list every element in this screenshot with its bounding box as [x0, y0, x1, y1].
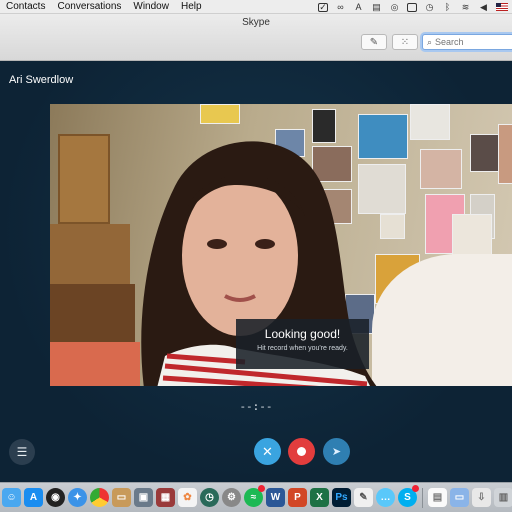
toast-title: Looking good! — [264, 327, 341, 341]
menu-help[interactable]: Help — [175, 1, 208, 12]
search-field[interactable]: ⌕ — [422, 34, 512, 50]
caller-name: Ari Swerdlow — [9, 74, 74, 86]
search-input[interactable] — [435, 37, 506, 47]
video-door — [58, 134, 110, 224]
record-button[interactable] — [288, 438, 315, 465]
volume-icon[interactable]: ◀ — [478, 2, 489, 12]
trash-icon[interactable]: ▥ — [494, 488, 512, 507]
finder-icon[interactable]: ☺ — [2, 488, 21, 507]
compose-button[interactable]: ✎ — [361, 34, 387, 50]
folder-icon[interactable]: ▭ — [450, 488, 469, 507]
compose-icon: ✎ — [369, 36, 379, 48]
photos-icon[interactable]: ✿ — [178, 488, 197, 507]
wifi-icon[interactable]: ≋ — [460, 2, 471, 12]
record-icon — [297, 447, 306, 456]
checkbox-icon[interactable]: ✓ — [318, 2, 328, 12]
word-icon[interactable]: W — [266, 488, 285, 507]
menu-bar: Contacts Conversations Window Help ✓ ∞ A… — [0, 0, 512, 14]
send-icon: ➤ — [331, 446, 342, 458]
dock: ☺ A ◉ ✦ ▭ ▣ ▦ ✿ ◷ ⚙ ≈ W P X Ps ✎ … S ▤ ▭… — [0, 482, 512, 512]
notes-icon[interactable]: ▤ — [371, 2, 382, 12]
search-icon: ⌕ — [427, 36, 433, 47]
status-bar: ✓ ∞ A ▤ ◎ ◷ ᛒ ≋ ◀ — [318, 0, 508, 14]
mission-control-icon[interactable]: ▦ — [156, 488, 175, 507]
sync-icon[interactable]: ◎ — [389, 2, 400, 12]
cancel-button[interactable]: ✕ — [254, 438, 281, 465]
time-machine-icon[interactable]: ◷ — [200, 488, 219, 507]
us-flag-icon[interactable] — [496, 3, 508, 11]
bluetooth-icon[interactable]: ᛒ — [442, 2, 453, 12]
window-titlebar: Skype ✎ ⁙ ⌕ — [0, 14, 512, 61]
hamburger-icon: ☰ — [16, 445, 28, 459]
call-area: Ari Swerdlow Looking good! Hit record wh… — [0, 62, 512, 482]
menu-contacts[interactable]: Contacts — [0, 1, 51, 12]
adobe-icon[interactable]: A — [353, 2, 364, 12]
send-button[interactable]: ➤ — [323, 438, 350, 465]
creative-cloud-icon[interactable]: ∞ — [335, 2, 346, 12]
menu-conversations[interactable]: Conversations — [51, 1, 127, 12]
downloads-icon[interactable]: ⇩ — [472, 488, 491, 507]
close-icon: ✕ — [262, 443, 273, 459]
app-store-icon[interactable]: A — [24, 488, 43, 507]
document-icon[interactable]: ▤ — [428, 488, 447, 507]
toast-subtitle: Hit record when you're ready. — [257, 345, 348, 352]
safari-icon[interactable]: ✦ — [68, 488, 87, 507]
call-timer: --:-- — [239, 400, 273, 413]
powerpoint-icon[interactable]: P — [288, 488, 307, 507]
textedit-icon[interactable]: ✎ — [354, 488, 373, 507]
looking-good-toast: Looking good! Hit record when you're rea… — [236, 319, 369, 369]
messages-icon[interactable]: … — [376, 488, 395, 507]
dashboard-icon[interactable]: ◉ — [46, 488, 65, 507]
window-title: Skype — [242, 17, 270, 28]
menu-window[interactable]: Window — [127, 1, 175, 12]
display-icon[interactable] — [407, 2, 417, 12]
dock-separator — [422, 487, 423, 508]
dialpad-button[interactable]: ⁙ — [392, 34, 418, 50]
dialpad-icon: ⁙ — [400, 36, 410, 48]
preview-icon[interactable]: ▭ — [112, 488, 131, 507]
photoshop-icon[interactable]: Ps — [332, 488, 351, 507]
menu-button[interactable]: ☰ — [9, 439, 35, 465]
photo-booth-icon[interactable]: ▣ — [134, 488, 153, 507]
notification-badge — [258, 485, 265, 492]
chrome-icon[interactable] — [90, 488, 109, 507]
system-preferences-icon[interactable]: ⚙ — [222, 488, 241, 507]
notification-badge — [412, 485, 419, 492]
clock-icon[interactable]: ◷ — [424, 2, 435, 12]
spotify-icon[interactable]: ≈ — [244, 485, 265, 507]
excel-icon[interactable]: X — [310, 488, 329, 507]
skype-icon[interactable]: S — [398, 485, 419, 507]
video-preview: Looking good! Hit record when you're rea… — [50, 104, 512, 386]
